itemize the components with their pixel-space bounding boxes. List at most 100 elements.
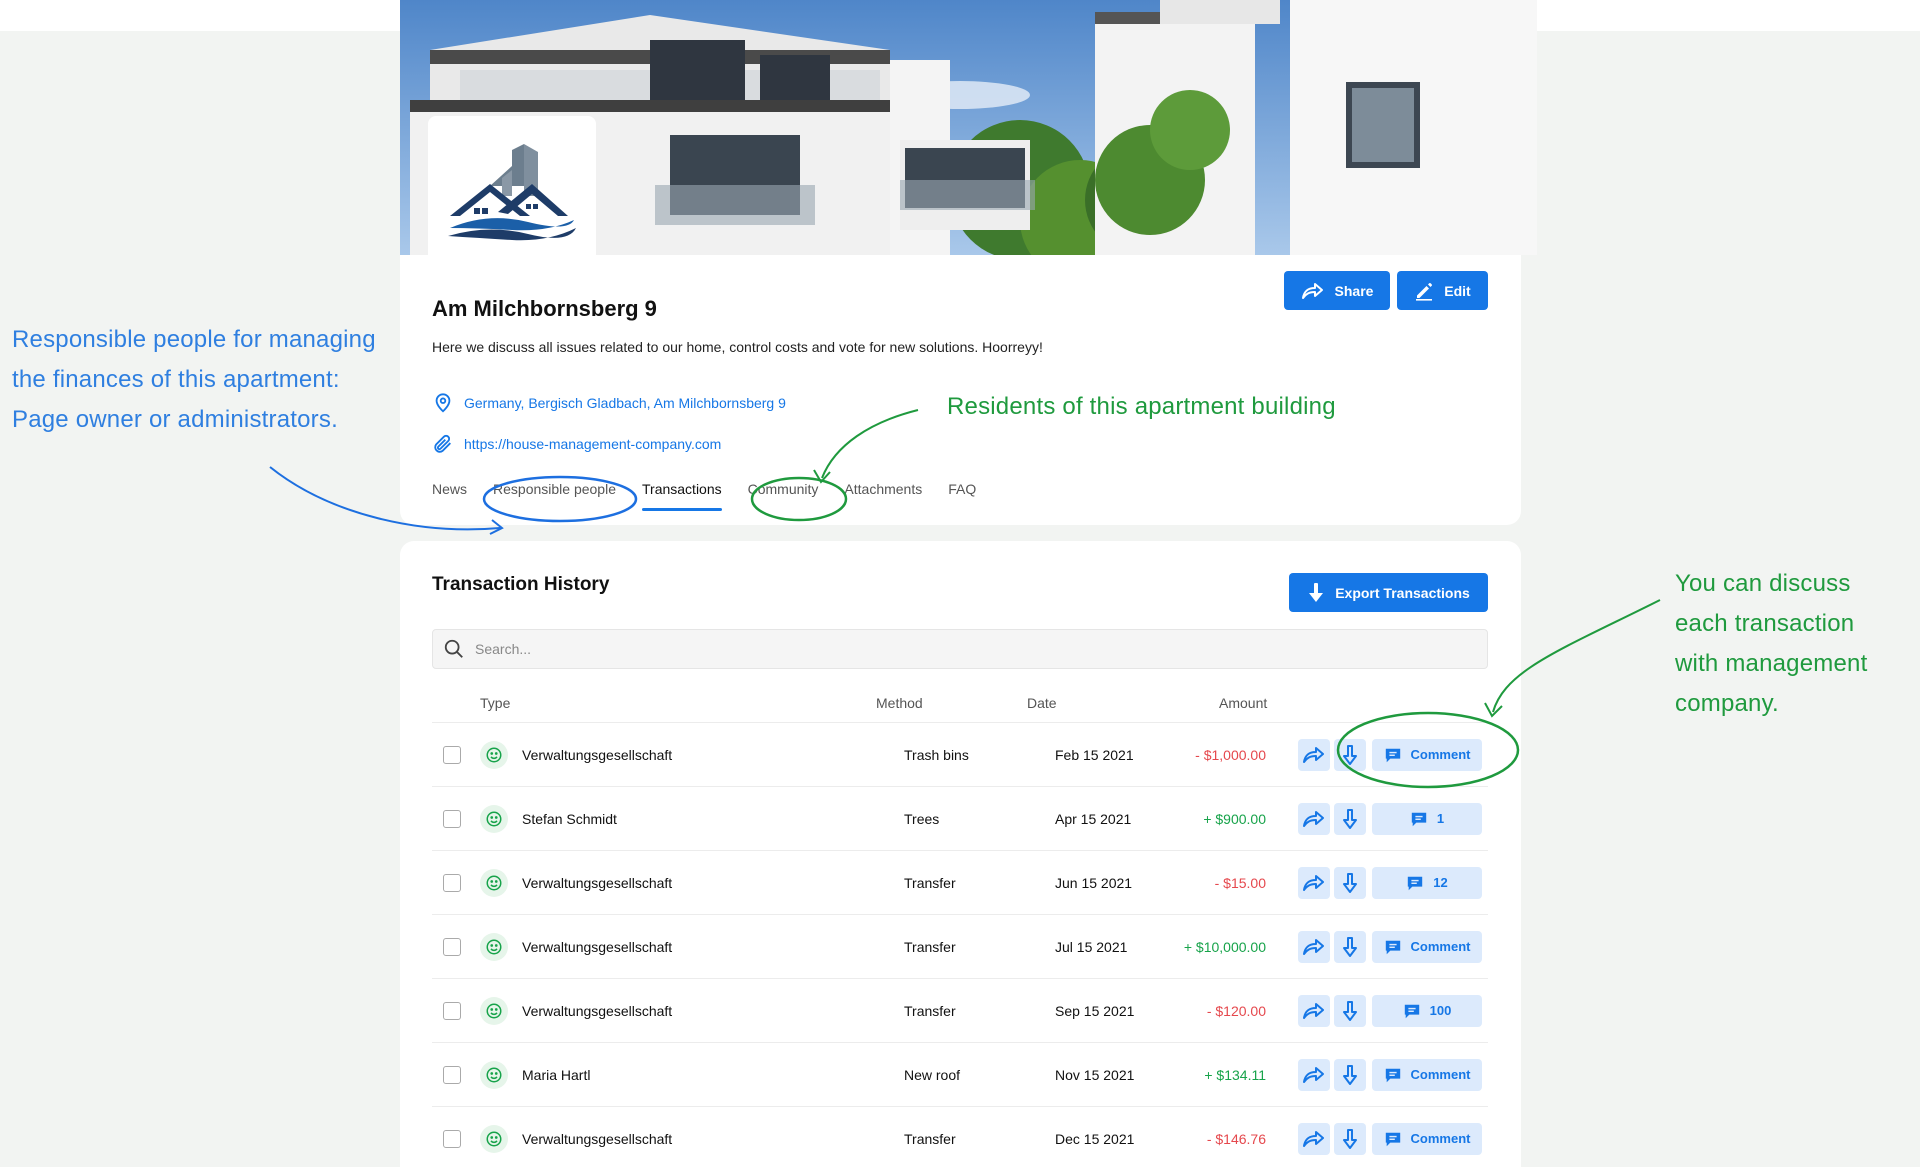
paperclip-icon <box>434 434 451 453</box>
comment-icon <box>1385 1132 1400 1146</box>
share-icon <box>1303 874 1324 891</box>
row-download-button[interactable] <box>1334 802 1366 835</box>
edit-button[interactable]: Edit <box>1397 271 1488 310</box>
transaction-amount: + $134.11 <box>1204 1066 1266 1083</box>
comment-icon <box>1411 812 1427 826</box>
annotation-responsible: Responsible people for managing the fina… <box>12 320 376 440</box>
tab-responsible-people[interactable]: Responsible people <box>493 481 616 511</box>
table-row: Stefan Schmidt Trees Apr 15 2021 + $900.… <box>432 786 1488 850</box>
tab-faq[interactable]: FAQ <box>948 481 976 511</box>
comment-label: Comment <box>1410 1067 1471 1082</box>
row-download-button[interactable] <box>1334 1122 1366 1155</box>
transaction-method: Trash bins <box>904 746 969 763</box>
location-link[interactable]: Germany, Bergisch Gladbach, Am Milchborn… <box>432 392 786 414</box>
download-icon <box>1343 1064 1357 1085</box>
row-checkbox[interactable] <box>443 937 461 956</box>
tab-community[interactable]: Community <box>748 481 819 511</box>
annotation-line: Page owner or administrators. <box>12 406 338 433</box>
transaction-amount: - $146.76 <box>1206 1130 1266 1147</box>
row-share-button[interactable] <box>1298 738 1330 771</box>
row-checkbox[interactable] <box>443 1065 461 1084</box>
website-link[interactable]: https://house-management-company.com <box>432 433 721 455</box>
download-icon <box>1343 936 1357 957</box>
comment-icon <box>1404 1004 1419 1018</box>
comment-button[interactable]: Comment <box>1372 930 1482 963</box>
transaction-party: Maria Hartl <box>522 1066 591 1083</box>
row-download-button[interactable] <box>1334 738 1366 771</box>
transaction-party: Verwaltungsgesellschaft <box>522 1002 673 1019</box>
share-icon <box>1303 1002 1324 1019</box>
row-share-button[interactable] <box>1298 802 1330 835</box>
website-text: https://house-management-company.com <box>464 436 722 452</box>
export-label: Export Transactions <box>1335 584 1470 601</box>
row-checkbox[interactable] <box>443 1001 461 1020</box>
share-button[interactable]: Share <box>1284 271 1390 310</box>
tab-news[interactable]: News <box>432 481 467 511</box>
transaction-party: Verwaltungsgesellschaft <box>522 874 673 891</box>
tab-transactions[interactable]: Transactions <box>642 481 722 511</box>
transaction-amount: + $10,000.00 <box>1183 938 1266 955</box>
download-icon <box>1309 582 1324 602</box>
row-download-button[interactable] <box>1334 1058 1366 1091</box>
share-icon <box>1303 1130 1324 1147</box>
transaction-method: Transfer <box>904 1130 956 1147</box>
row-checkbox[interactable] <box>443 1129 461 1148</box>
transactions-title: Transaction History <box>432 574 610 595</box>
smile-icon <box>480 1060 508 1089</box>
annotation-discuss: You can discuss each transaction with ma… <box>1675 564 1867 724</box>
annotation-residents: Residents of this apartment building <box>947 393 1336 420</box>
annotation-line: with management <box>1675 650 1868 677</box>
comment-label: Comment <box>1410 1131 1471 1146</box>
map-pin-icon <box>435 393 451 413</box>
row-checkbox[interactable] <box>443 873 461 892</box>
share-icon <box>1303 938 1324 955</box>
smile-icon <box>480 868 508 897</box>
comment-button[interactable]: Comment <box>1372 1058 1482 1091</box>
column-method: Method <box>876 695 923 711</box>
share-icon <box>1303 746 1324 763</box>
export-transactions-button[interactable]: Export Transactions <box>1289 573 1488 612</box>
comment-button[interactable]: Comment <box>1372 1122 1482 1155</box>
column-date: Date <box>1027 695 1057 711</box>
row-download-button[interactable] <box>1334 866 1366 899</box>
smile-icon <box>480 996 508 1025</box>
share-icon <box>1301 282 1323 299</box>
annotation-line: Responsible people for managing <box>12 326 376 353</box>
comment-icon <box>1408 876 1423 890</box>
row-download-button[interactable] <box>1334 930 1366 963</box>
transactions-card: Transaction History Export Transactions … <box>400 541 1521 1167</box>
search-input[interactable] <box>475 641 1375 657</box>
location-text: Germany, Bergisch Gladbach, Am Milchborn… <box>464 395 786 411</box>
comment-icon <box>1385 940 1400 954</box>
table-row: Verwaltungsgesellschaft Trash bins Feb 1… <box>432 722 1488 786</box>
share-label: Share <box>1334 282 1374 299</box>
download-icon <box>1343 1000 1357 1021</box>
row-share-button[interactable] <box>1298 1058 1330 1091</box>
share-icon <box>1303 1066 1324 1083</box>
smile-icon <box>480 1124 508 1153</box>
comment-label: Comment <box>1410 939 1471 954</box>
column-amount[interactable]: Amount <box>1219 695 1267 711</box>
row-share-button[interactable] <box>1298 930 1330 963</box>
download-icon <box>1343 808 1357 829</box>
comment-button[interactable]: 100 <box>1372 994 1482 1027</box>
row-share-button[interactable] <box>1298 866 1330 899</box>
transaction-party: Verwaltungsgesellschaft <box>522 938 673 955</box>
tab-attachments[interactable]: Attachments <box>844 481 922 511</box>
row-checkbox[interactable] <box>443 809 461 828</box>
transaction-method: Transfer <box>904 1002 956 1019</box>
row-share-button[interactable] <box>1298 994 1330 1027</box>
pencil-icon <box>1416 282 1433 301</box>
comment-button[interactable]: 12 <box>1372 866 1482 899</box>
comment-button[interactable]: 1 <box>1372 802 1482 835</box>
row-share-button[interactable] <box>1298 1122 1330 1155</box>
transaction-method: Transfer <box>904 938 956 955</box>
table-row: Maria Hartl New roof Nov 15 2021 + $134.… <box>432 1042 1488 1106</box>
row-download-button[interactable] <box>1334 994 1366 1027</box>
comment-button[interactable]: Comment <box>1372 738 1482 771</box>
row-checkbox[interactable] <box>443 745 461 764</box>
transaction-method: New roof <box>904 1066 961 1083</box>
table-row: Verwaltungsgesellschaft Transfer Jul 15 … <box>432 914 1488 978</box>
smile-icon <box>480 740 508 769</box>
smile-icon <box>480 804 508 833</box>
